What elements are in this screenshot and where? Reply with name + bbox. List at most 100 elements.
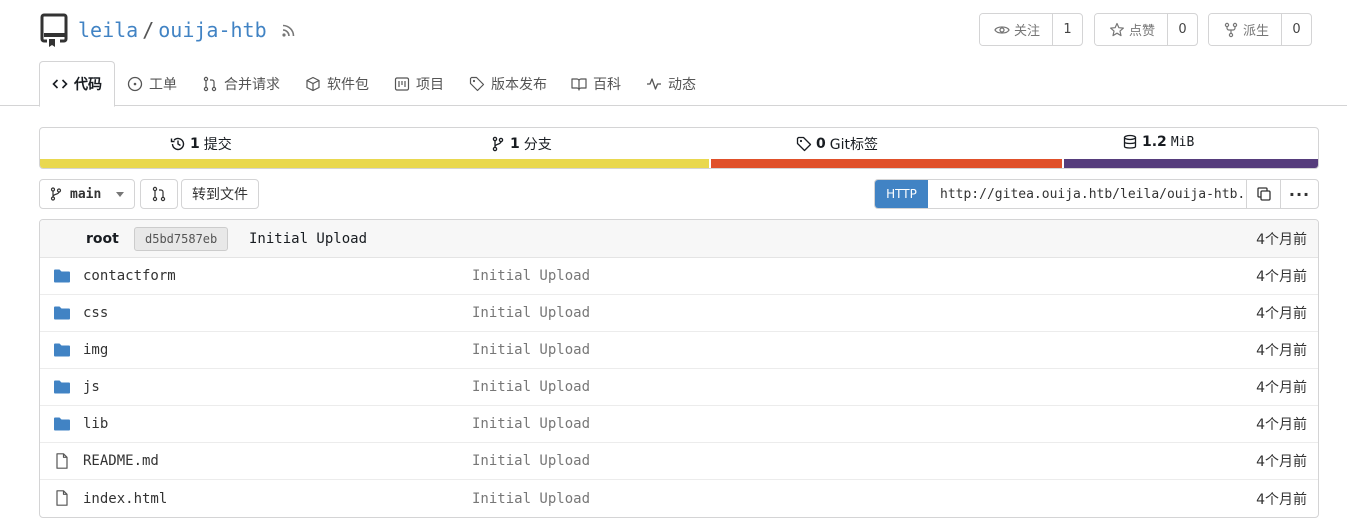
file-commit-message[interactable]: Initial Upload: [472, 379, 590, 395]
file-age: 4个月前: [1256, 417, 1307, 433]
commit-sha[interactable]: d5bd7587eb: [134, 227, 229, 251]
fork-button[interactable]: 派生: [1209, 14, 1282, 45]
tab-releases[interactable]: 版本发布: [469, 61, 547, 106]
file-name-link[interactable]: css: [83, 305, 108, 321]
tab-issues-label: 工单: [149, 76, 177, 93]
file-name-link[interactable]: index.html: [83, 491, 167, 507]
file-age: 4个月前: [1256, 454, 1307, 470]
copy-icon: [1256, 187, 1271, 201]
book-icon: [571, 77, 587, 91]
project-icon: [394, 76, 410, 91]
file-commit-message[interactable]: Initial Upload: [472, 268, 590, 284]
file-name-link[interactable]: README.md: [83, 453, 159, 469]
watch-count[interactable]: 1: [1052, 14, 1082, 45]
repo-icon: [40, 13, 68, 47]
eye-icon: [994, 25, 1010, 34]
folder-icon: [54, 269, 70, 283]
tab-code-label: 代码: [74, 77, 102, 93]
file-name-link[interactable]: contactform: [83, 268, 176, 284]
folder-icon: [54, 380, 70, 394]
file-icon: [56, 490, 68, 506]
commits-count: 1: [190, 136, 200, 152]
branch-icon: [492, 136, 504, 152]
tab-projects-label: 项目: [416, 76, 444, 93]
file-commit-message[interactable]: Initial Upload: [472, 416, 590, 432]
file-row: css Initial Upload 4个月前: [40, 295, 1318, 332]
language-bar[interactable]: [40, 159, 1318, 168]
file-name-link[interactable]: img: [83, 342, 108, 358]
star-label: 点赞: [1129, 24, 1156, 39]
tab-pulls[interactable]: 合并请求: [202, 61, 280, 106]
tab-wiki-label: 百科: [593, 76, 621, 93]
repo-tabs: 代码 工单 合并请求 软件包 项目 版本发布 百科 动态: [0, 61, 1347, 107]
size-count: 1.2: [1142, 134, 1167, 150]
file-age: 4个月前: [1256, 343, 1307, 359]
branches-stat[interactable]: 1 分支: [490, 134, 552, 154]
branch-name: main: [70, 186, 102, 202]
file-row: index.html Initial Upload 4个月前: [40, 480, 1318, 517]
tab-releases-label: 版本发布: [491, 76, 547, 93]
tab-projects[interactable]: 项目: [394, 61, 444, 106]
file-age: 4个月前: [1256, 491, 1307, 508]
copy-button[interactable]: [1247, 180, 1281, 208]
repo-separator: /: [142, 18, 155, 42]
tab-wiki[interactable]: 百科: [571, 61, 621, 106]
fork-label: 派生: [1243, 24, 1270, 39]
file-type-icon: [53, 453, 71, 469]
tab-code[interactable]: 代码: [39, 61, 115, 107]
language-segment[interactable]: [1064, 159, 1318, 168]
file-type-icon: [53, 342, 71, 358]
watch-button[interactable]: 关注: [980, 14, 1053, 45]
file-row: lib Initial Upload 4个月前: [40, 406, 1318, 443]
tags-count: 0: [816, 136, 826, 152]
file-name-link[interactable]: js: [83, 379, 100, 395]
star-action: 点赞 0: [1094, 13, 1199, 46]
file-age: 4个月前: [1256, 380, 1307, 396]
issue-icon: [127, 76, 143, 91]
tab-activity[interactable]: 动态: [646, 61, 696, 106]
clone-url-input[interactable]: http://gitea.ouija.htb/leila/ouija-htb.g…: [928, 180, 1247, 208]
goto-file-button[interactable]: 转到文件: [181, 179, 259, 209]
file-name-link[interactable]: lib: [83, 416, 108, 432]
file-commit-message[interactable]: Initial Upload: [472, 491, 590, 507]
more-options-button[interactable]: ···: [1281, 180, 1318, 208]
file-commit-message[interactable]: Initial Upload: [472, 453, 590, 469]
tag-icon: [469, 76, 485, 91]
tags-label: Git标签: [829, 137, 878, 153]
repo-owner-link[interactable]: leila: [78, 18, 138, 42]
star-button[interactable]: 点赞: [1095, 14, 1168, 45]
file-type-icon: [53, 268, 71, 284]
repo-header: leila / ouija-htb: [40, 12, 297, 48]
tab-packages-label: 软件包: [327, 76, 369, 93]
tags-stat[interactable]: 0 Git标签: [796, 134, 878, 154]
language-segment[interactable]: [710, 159, 1063, 168]
code-icon: [52, 79, 68, 89]
size-unit: MiB: [1170, 134, 1195, 150]
rss-icon[interactable]: [281, 22, 297, 38]
commit-author[interactable]: root: [86, 231, 119, 247]
commit-message[interactable]: Initial Upload: [249, 231, 367, 247]
language-segment[interactable]: [40, 159, 709, 168]
commits-stat[interactable]: 1 提交: [170, 134, 232, 154]
branch-selector[interactable]: main: [39, 179, 135, 209]
pull-request-icon: [203, 76, 217, 91]
file-commit-message[interactable]: Initial Upload: [472, 342, 590, 358]
file-age: 4个月前: [1256, 306, 1307, 322]
file-commit-message[interactable]: Initial Upload: [472, 305, 590, 321]
compare-button[interactable]: [140, 179, 178, 209]
chevron-down-icon: [116, 192, 124, 197]
repo-stats: 1 提交 1 分支 0 Git标签 1.2 MiB: [39, 127, 1319, 169]
star-count[interactable]: 0: [1167, 14, 1197, 45]
fork-count[interactable]: 0: [1281, 14, 1311, 45]
file-icon: [56, 453, 68, 469]
tab-packages[interactable]: 软件包: [305, 61, 369, 106]
clone-protocol-button[interactable]: HTTP: [875, 180, 928, 208]
file-type-icon: [53, 490, 71, 506]
pull-request-icon: [152, 186, 166, 202]
tab-pulls-label: 合并请求: [224, 76, 280, 93]
clone-panel: HTTP http://gitea.ouija.htb/leila/ouija-…: [874, 179, 1319, 209]
file-row: js Initial Upload 4个月前: [40, 369, 1318, 406]
tab-issues[interactable]: 工单: [127, 61, 177, 106]
folder-icon: [54, 417, 70, 431]
repo-name-link[interactable]: ouija-htb: [158, 18, 266, 42]
